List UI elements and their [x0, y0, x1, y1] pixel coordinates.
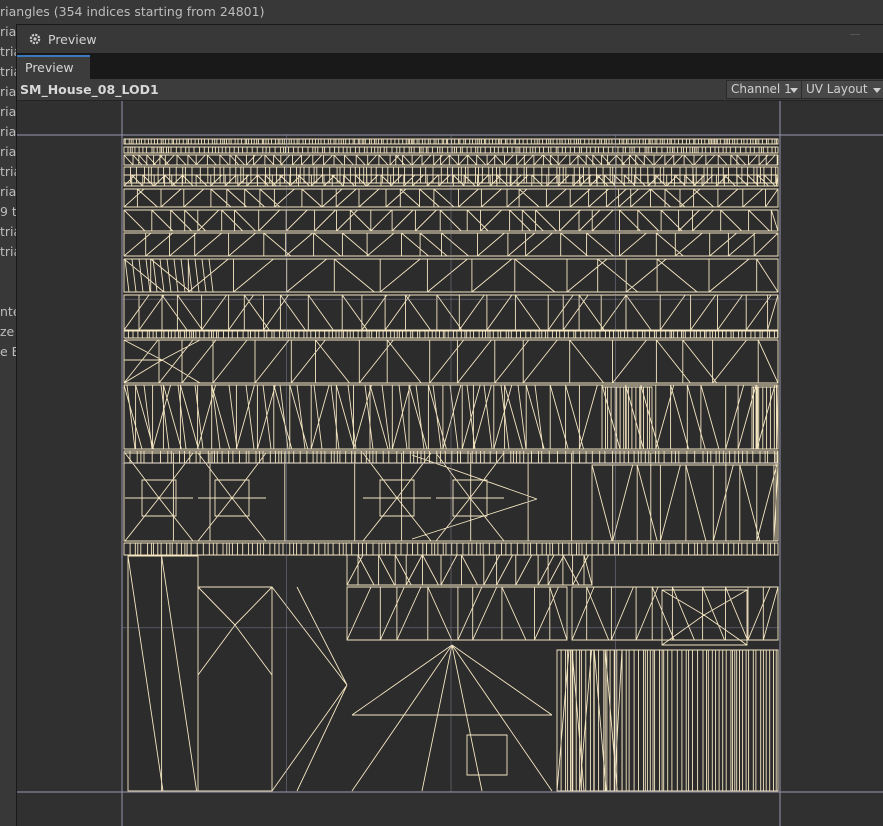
- uv-layout-canvas: [17, 101, 883, 826]
- preview-mode-dropdown[interactable]: UV Layout: [801, 80, 883, 99]
- tab-bar: Preview: [17, 53, 883, 79]
- preview-mode-value: UV Layout: [806, 82, 868, 96]
- window-menu-icon[interactable]: [850, 34, 860, 35]
- list-item: [0, 282, 16, 302]
- list-item: e Er: [0, 344, 16, 359]
- list-item: rian: [0, 124, 16, 139]
- uv-channel-value: Channel 1: [731, 82, 792, 96]
- asset-name-label: SM_House_08_LOD1: [20, 82, 159, 97]
- preview-toolbar: SM_House_08_LOD1 Channel 1 UV Layout: [17, 79, 883, 101]
- list-item: tria: [0, 224, 16, 239]
- list-item: 9 tri: [0, 204, 16, 219]
- list-item: tria: [0, 64, 16, 79]
- list-item: tria: [0, 44, 16, 59]
- chevron-down-icon: [873, 88, 881, 93]
- editor-root: riangles (354 indices starting from 2480…: [0, 0, 883, 826]
- settings-cog-icon: [29, 33, 41, 45]
- chevron-down-icon: [790, 88, 798, 93]
- submesh-list: rian tria tria rian rian rian rian tria …: [0, 22, 16, 362]
- window-title: Preview: [48, 31, 97, 47]
- list-item: tria: [0, 164, 16, 179]
- tab-preview[interactable]: Preview: [17, 55, 90, 79]
- list-item: rian: [0, 184, 16, 199]
- list-item: [0, 262, 16, 282]
- submesh-header-text: riangles (354 indices starting from 2480…: [0, 4, 265, 19]
- list-item: rian: [0, 144, 16, 159]
- uv-preview-viewport[interactable]: [17, 101, 883, 826]
- list-item: rian: [0, 104, 16, 119]
- preview-window[interactable]: Preview Preview SM_House_08_LOD1 Channel…: [16, 24, 883, 826]
- list-item: ze: [0, 324, 15, 339]
- list-item: tria: [0, 244, 16, 259]
- list-item: nte: [0, 304, 16, 319]
- uv-channel-dropdown[interactable]: Channel 1: [726, 80, 802, 99]
- window-titlebar[interactable]: Preview: [17, 25, 883, 53]
- list-item: rian: [0, 84, 16, 99]
- list-item: rian: [0, 24, 16, 39]
